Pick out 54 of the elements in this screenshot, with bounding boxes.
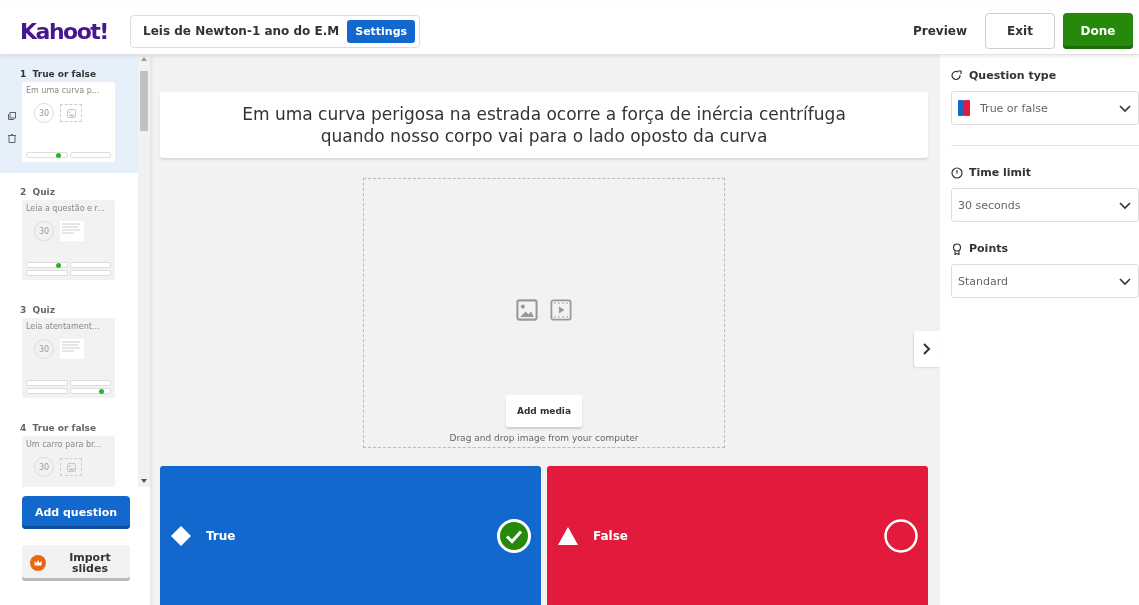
slide-label: 4 True or false	[20, 423, 98, 433]
scrollbar[interactable]	[138, 55, 150, 487]
import-slides-button[interactable]: Import slides	[22, 545, 130, 581]
rotate-arrow-icon	[951, 69, 963, 82]
correct-dot	[55, 263, 61, 268]
question-text-field[interactable]: Em uma curva perigosa na estrada ocorre a força de inércia centrífuga quando nosso corpo vai para o lado oposto da curva	[160, 92, 928, 158]
setting-dropdown[interactable]: Standard	[951, 264, 1139, 298]
medal-icon	[951, 242, 963, 255]
clock-icon	[951, 166, 963, 179]
slide-preview-text: Um carro para br...	[26, 440, 103, 449]
correct-check-icon[interactable]	[497, 518, 531, 553]
settings-button[interactable]: Settings	[347, 19, 416, 43]
slide-preview-text: Em uma curva p...	[26, 86, 101, 95]
setting-label: Question type	[969, 69, 1057, 82]
slide-item[interactable]: 1 True or false Em uma curva p... 30	[0, 55, 138, 173]
answer-tile[interactable]: False	[547, 466, 928, 605]
slide-preview-text: Leia a questão e r...	[26, 204, 106, 213]
answer-label: True	[206, 528, 237, 543]
duplicate-icon[interactable]	[8, 111, 16, 120]
slide-preview-text: Leia atentament...	[26, 322, 101, 331]
image-icon	[66, 108, 76, 118]
image-icon	[516, 299, 538, 321]
answer-label: False	[593, 528, 629, 543]
quiz-title-field[interactable]: Leis de Newton-1 ano do E.M Settings	[130, 14, 421, 48]
chevron-right-icon	[921, 342, 933, 356]
preview-link[interactable]: Preview	[913, 24, 967, 38]
document-thumbnail-drawing	[60, 339, 84, 359]
true-false-icon	[958, 100, 970, 116]
slide-label: 2 Quiz	[20, 187, 56, 197]
add-question-button[interactable]: Add question	[22, 496, 130, 529]
correct-dot	[55, 153, 61, 158]
setting-dropdown[interactable]: True or false	[951, 91, 1139, 125]
drop-hint: Drag and drop image from your computer	[449, 433, 639, 443]
video-icon	[550, 299, 572, 321]
exit-button[interactable]: Exit	[985, 13, 1055, 49]
setting-label: Time limit	[969, 166, 1032, 179]
image-icon	[66, 462, 76, 472]
done-button[interactable]: Done	[1063, 13, 1133, 49]
slide-label: 1 True or false	[20, 69, 98, 79]
add-media-button[interactable]: Add media	[506, 395, 582, 427]
expand-panel-button[interactable]	[914, 331, 940, 367]
kahoot-logo: Kahoot!	[20, 18, 109, 44]
setting-label: Points	[969, 242, 1009, 255]
slide-label: 3 Quiz	[20, 305, 56, 315]
diamond-icon	[170, 524, 192, 547]
document-thumbnail-drawing	[60, 221, 84, 241]
triangle-icon	[557, 525, 579, 546]
correct-dot	[99, 389, 104, 394]
crown-icon	[30, 555, 46, 571]
trash-icon[interactable]	[8, 133, 16, 143]
setting-dropdown[interactable]: 30 seconds	[951, 188, 1139, 222]
media-dropzone[interactable]: Add media Drag and drop image from your computer	[363, 178, 725, 448]
answer-tile[interactable]: True	[160, 466, 541, 605]
empty-circle-icon[interactable]	[884, 518, 918, 553]
